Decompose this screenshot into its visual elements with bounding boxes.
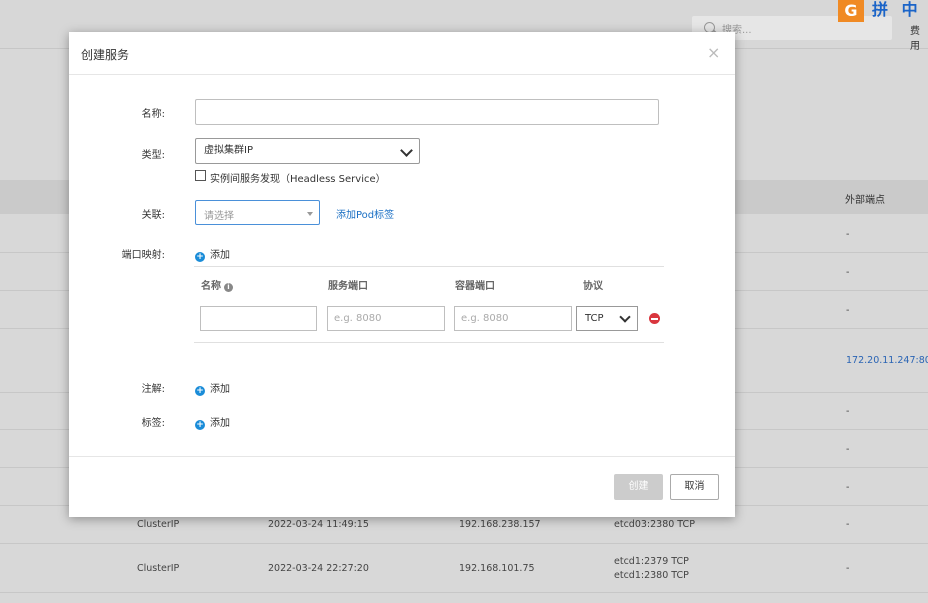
port-name-input[interactable] <box>200 306 317 331</box>
column-name-label: 名称 <box>201 281 221 292</box>
chevron-down-icon <box>619 311 631 323</box>
column-service-port: 服务端口 <box>328 281 368 292</box>
relation-label: 关联: <box>141 210 165 221</box>
row-external: - <box>846 444 850 455</box>
brand-text: 拼 中 <box>872 0 922 19</box>
service-port-input[interactable]: e.g. 8080 <box>327 306 445 331</box>
add-port-label: 添加 <box>210 250 230 261</box>
add-annotation-label: 添加 <box>210 384 230 395</box>
chevron-down-icon <box>400 144 413 157</box>
relation-select[interactable]: 请选择 <box>195 200 320 225</box>
create-button[interactable]: 创建 <box>614 474 663 500</box>
row-created-time: 2022-03-24 22:27:20 <box>268 563 369 574</box>
ime-brand-badge: G 拼 中 <box>838 0 928 22</box>
row-external: - <box>846 406 850 417</box>
dialog-title: 创建服务 <box>81 48 130 62</box>
row-ports: etcd03:2380 TCP <box>614 519 695 530</box>
row-ports: etcd1:2379 TCP <box>614 556 689 567</box>
plus-circle-icon: + <box>195 420 205 430</box>
annotation-label: 注解: <box>141 384 165 395</box>
caret-down-icon <box>307 212 313 216</box>
brand-logo-icon: G <box>838 0 864 22</box>
add-tag-button[interactable]: + 添加 <box>195 414 230 430</box>
row-external: - <box>846 229 850 240</box>
row-external: - <box>846 267 850 278</box>
row-type: ClusterIP <box>137 563 180 574</box>
row-external: - <box>846 482 850 493</box>
protocol-select[interactable]: TCP <box>576 306 638 331</box>
container-port-input[interactable]: e.g. 8080 <box>454 306 572 331</box>
row-type: ClusterIP <box>137 519 180 530</box>
port-mapping-table: 名称 i 服务端口 容器端口 协议 e.g. 8080 e.g. 8080 TCP <box>194 266 664 343</box>
column-name: 名称 i <box>201 277 233 292</box>
row-external: - <box>846 563 850 574</box>
relation-placeholder: 请选择 <box>204 211 234 222</box>
row-external: - <box>846 519 850 530</box>
headless-checkbox[interactable] <box>195 170 206 181</box>
plus-circle-icon: + <box>195 386 205 396</box>
add-pod-label-link[interactable]: 添加Pod标签 <box>336 206 394 221</box>
column-protocol: 协议 <box>583 281 603 292</box>
protocol-value: TCP <box>585 313 604 324</box>
dialog-header: 创建服务 × <box>69 32 735 75</box>
row-cluster-ip: 192.168.101.75 <box>459 563 535 574</box>
row-cluster-ip: 192.168.238.157 <box>459 519 541 530</box>
add-tag-label: 添加 <box>210 418 230 429</box>
name-label: 名称: <box>141 109 165 120</box>
type-select-value: 虚拟集群IP <box>204 145 253 156</box>
tag-label: 标签: <box>141 418 165 429</box>
fee-menu[interactable]: 费用 <box>910 22 928 52</box>
row-ports: etcd1:2380 TCP <box>614 570 689 581</box>
plus-circle-icon: + <box>195 252 205 262</box>
add-port-button[interactable]: + 添加 <box>195 246 230 262</box>
port-mapping-label: 端口映射: <box>121 250 165 261</box>
row-external-link[interactable]: 172.20.11.247:8000 <box>846 355 928 366</box>
type-select[interactable]: 虚拟集群IP <box>195 138 420 164</box>
column-external-endpoint: 外部端点 <box>845 195 885 206</box>
close-icon[interactable]: × <box>707 43 720 62</box>
row-created-time: 2022-03-24 11:49:15 <box>268 519 369 530</box>
name-input[interactable] <box>195 99 659 125</box>
dialog-footer: 创建 取消 <box>69 456 735 518</box>
table-row[interactable]: ClusterIP 2022-03-24 22:27:20 192.168.10… <box>0 544 928 593</box>
column-container-port: 容器端口 <box>455 281 495 292</box>
info-icon[interactable]: i <box>224 283 233 292</box>
cancel-button[interactable]: 取消 <box>670 474 719 500</box>
create-service-dialog: 创建服务 × 名称: 类型: 虚拟集群IP 实例间服务发现（Headless S… <box>69 32 735 517</box>
type-label: 类型: <box>141 150 165 161</box>
headless-checkbox-label[interactable]: 实例间服务发现（Headless Service） <box>210 170 386 185</box>
add-annotation-button[interactable]: + 添加 <box>195 380 230 396</box>
row-external: - <box>846 305 850 316</box>
remove-port-icon[interactable] <box>649 313 660 324</box>
